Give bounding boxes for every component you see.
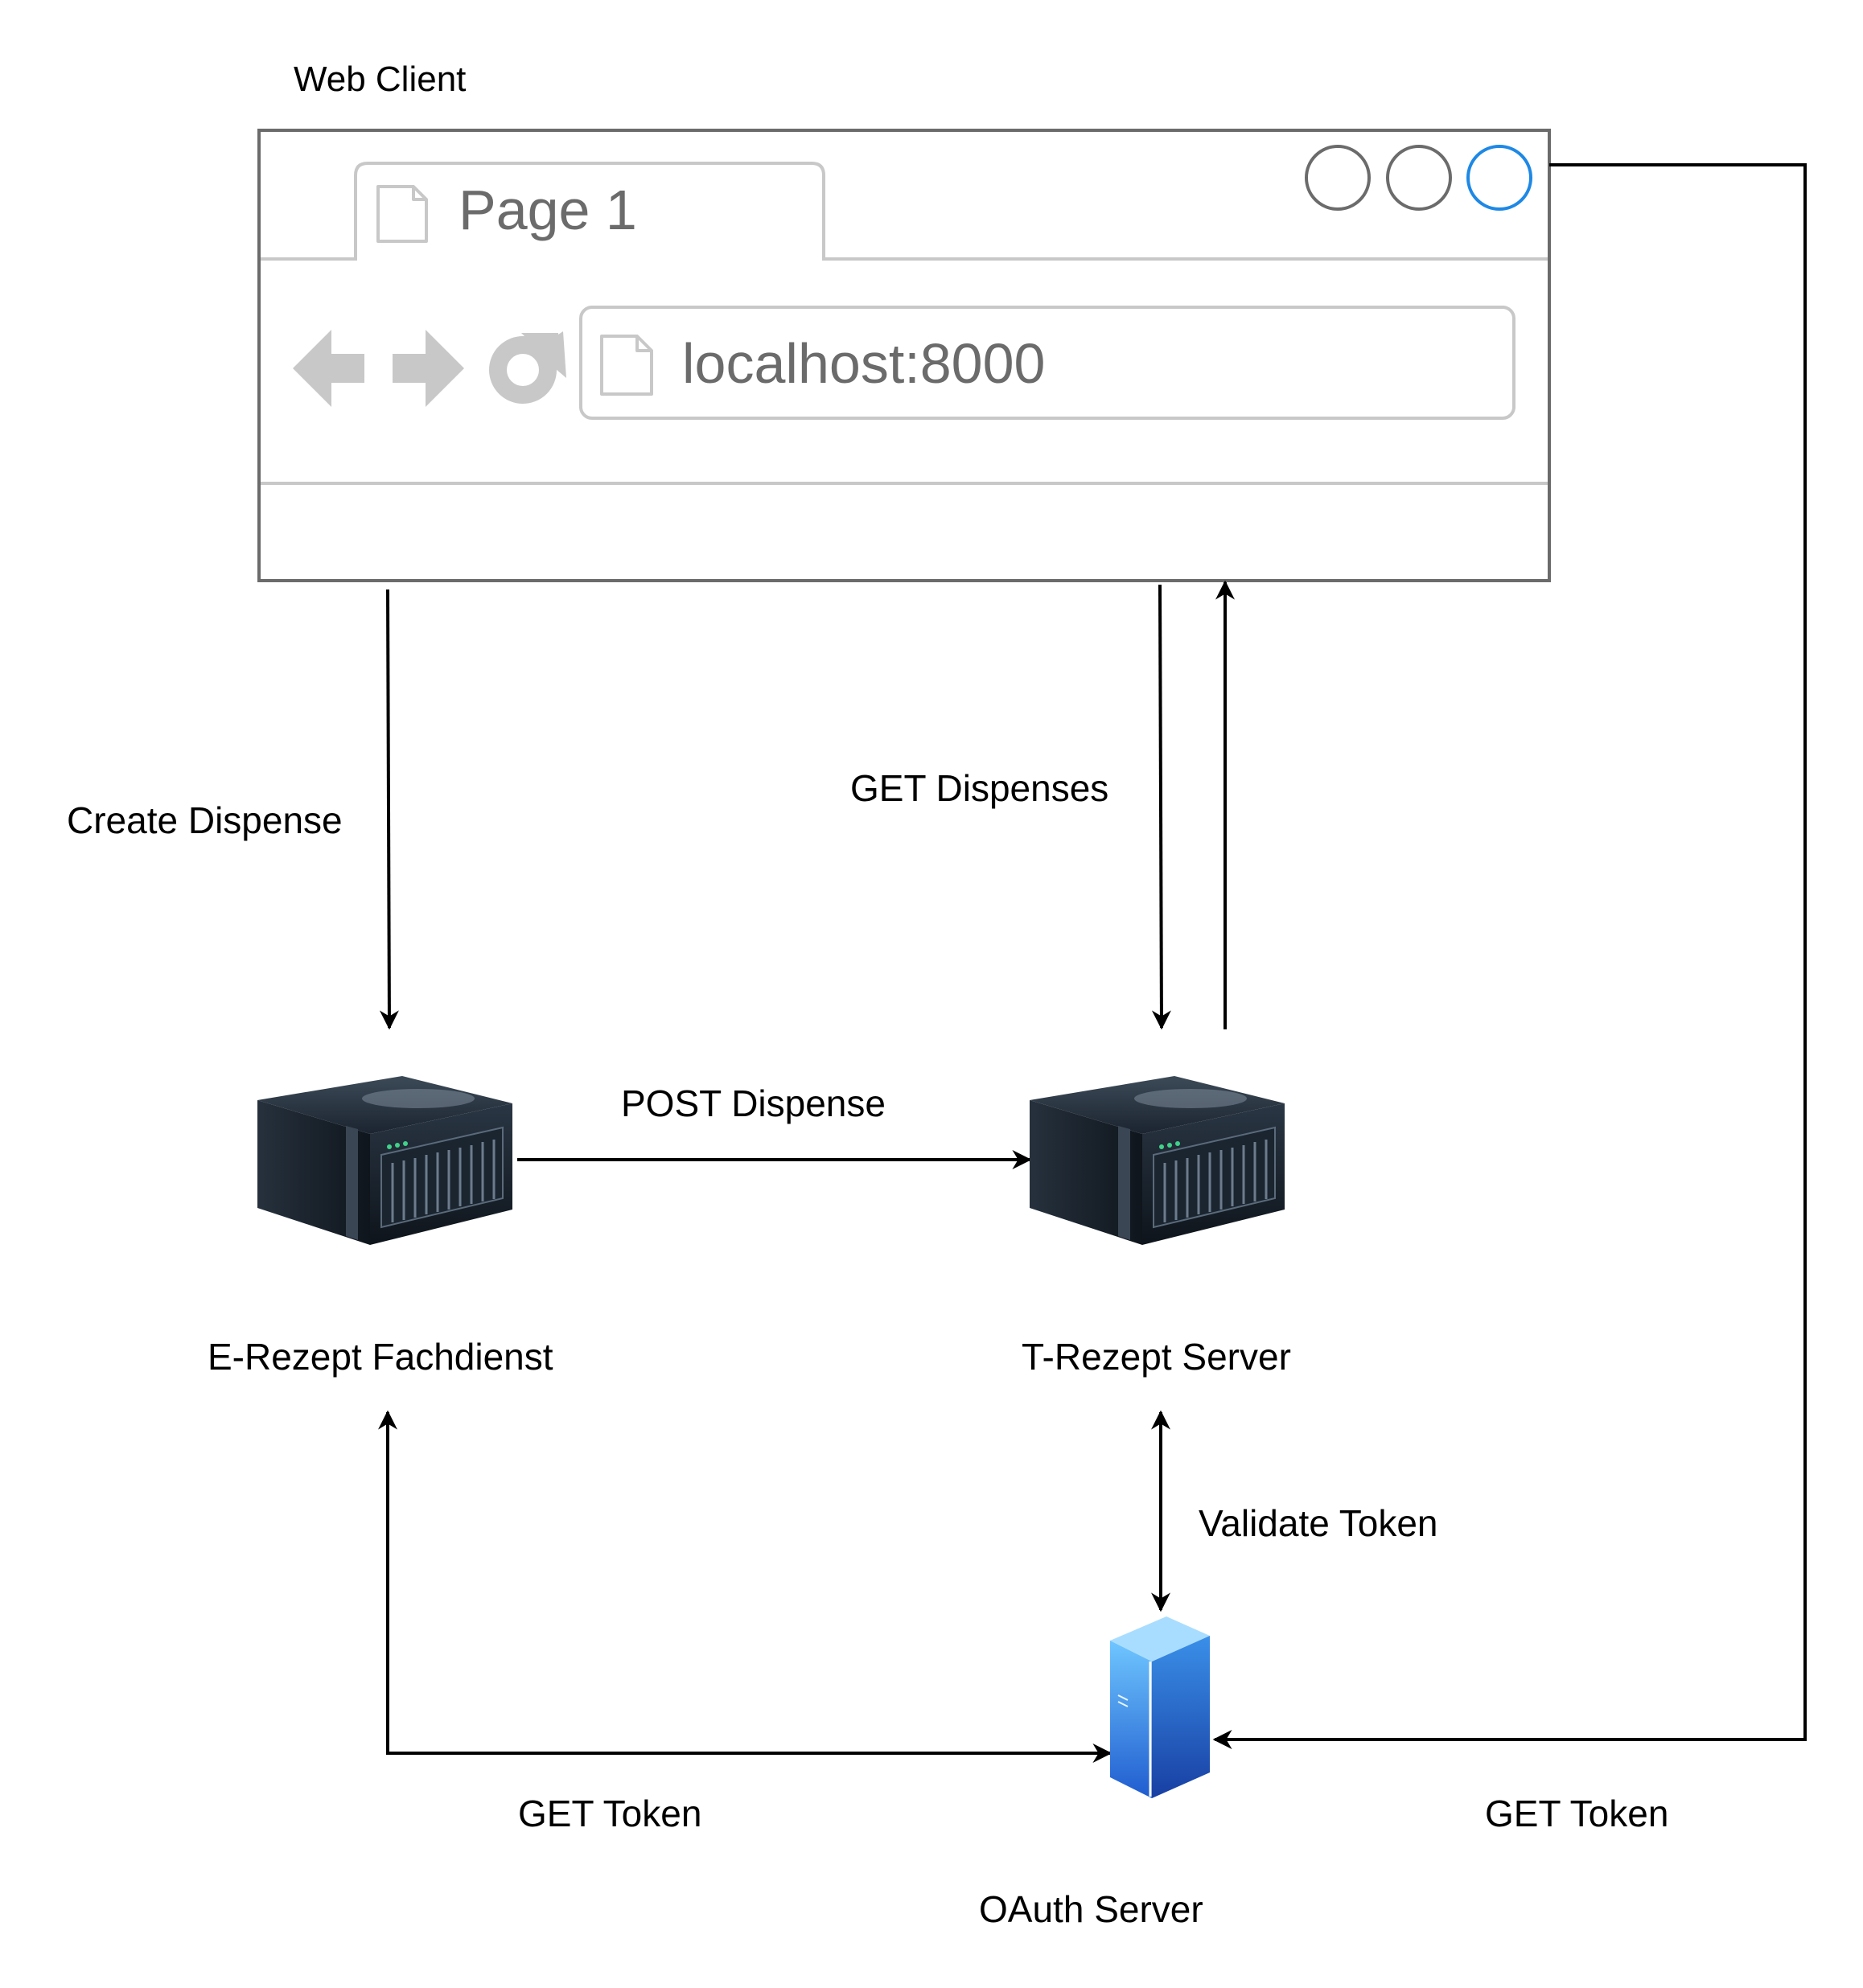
get-token-right-label: GET Token (1485, 1793, 1668, 1834)
e-rezept-server-label: E-Rezept Fachdienst (208, 1336, 553, 1378)
web-client-label: Web Client (294, 60, 466, 99)
window-button-1[interactable] (1305, 145, 1371, 211)
post-dispense-label: POST Dispense (621, 1082, 886, 1124)
tab-label: Page 1 (459, 179, 637, 241)
create-dispense-arrow (379, 589, 399, 1030)
window-button-2[interactable] (1386, 145, 1452, 211)
get-token-left-arrow (378, 1410, 1112, 1763)
create-dispense-label: Create Dispense (67, 799, 343, 841)
architecture-diagram: Web Client Page 1 localhost:8000 Create … (67, 60, 1807, 1930)
tab-page-1[interactable]: Page 1 (376, 179, 637, 243)
get-dispenses-request-arrow (1151, 584, 1171, 1030)
oauth-server-label: OAuth Server (979, 1888, 1203, 1930)
t-rezept-server-icon[interactable] (1030, 1076, 1285, 1245)
window-button-3[interactable] (1466, 145, 1532, 211)
validate-token-label: Validate Token (1199, 1502, 1438, 1544)
browser-window: Page 1 localhost:8000 (257, 129, 1551, 582)
oauth-server-icon[interactable] (1110, 1616, 1210, 1798)
address-url: localhost:8000 (682, 332, 1045, 395)
e-rezept-server-icon[interactable] (257, 1076, 512, 1245)
get-dispenses-label: GET Dispenses (850, 767, 1108, 809)
page-icon (600, 335, 653, 396)
t-rezept-server-label: T-Rezept Server (1022, 1336, 1291, 1378)
get-token-left-label: GET Token (518, 1793, 701, 1834)
